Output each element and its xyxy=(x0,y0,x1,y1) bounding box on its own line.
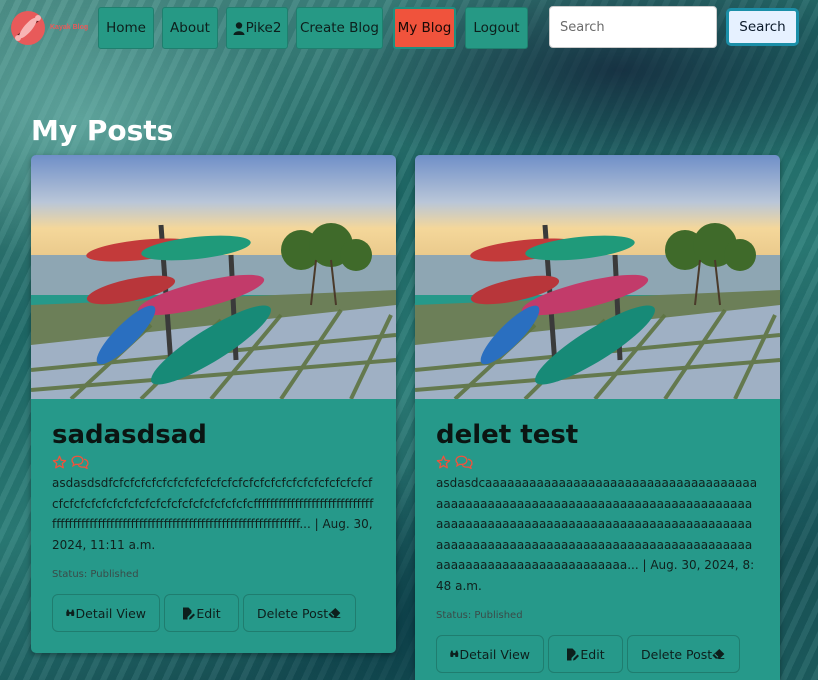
nav-home-button[interactable]: Home xyxy=(98,7,154,49)
post-actions: Detail View Edit Delete Post xyxy=(436,635,759,673)
post-meta-icons xyxy=(436,453,759,471)
post-excerpt: asdasdsdfcfcfcfcfcfcfcfcfcfcfcfcfcfcfcfc… xyxy=(52,476,374,552)
kayak-logo-icon xyxy=(11,11,45,45)
detail-view-label: Detail View xyxy=(459,646,530,662)
nav-about-button[interactable]: About xyxy=(162,7,218,49)
post-actions: Detail View Edit Delete Post xyxy=(52,594,375,632)
delete-post-button[interactable]: Delete Post xyxy=(243,594,356,632)
post-image xyxy=(31,155,396,399)
post-title[interactable]: sadasdsad xyxy=(52,419,375,451)
post-card: sadasdsad asdasdsdfcfcfcfcfcfcfcfcfcfcfc… xyxy=(31,155,396,653)
edit-button[interactable]: Edit xyxy=(164,594,239,632)
edit-label: Edit xyxy=(196,605,221,621)
nav-logout-button[interactable]: Logout xyxy=(465,7,528,49)
delete-post-label: Delete Post xyxy=(257,605,329,621)
search-button[interactable]: Search xyxy=(726,8,799,46)
comments-outline-icon[interactable] xyxy=(455,455,473,469)
post-excerpt: asdasdcaaaaaaaaaaaaaaaaaaaaaaaaaaaaaaaaa… xyxy=(436,476,758,593)
file-pen-icon xyxy=(183,607,196,619)
detail-view-button[interactable]: Detail View xyxy=(52,594,160,632)
search-input[interactable] xyxy=(549,6,717,48)
post-status: Status: Published xyxy=(436,610,523,621)
site-logo[interactable]: Kayak Blog xyxy=(8,6,90,50)
file-pen-icon xyxy=(567,648,580,660)
post-title[interactable]: delet test xyxy=(436,419,759,451)
post-card-body: delet test asdasdcaaaaaaaaaaaaaaaaaaaaaa… xyxy=(415,399,780,680)
edit-label: Edit xyxy=(580,646,605,662)
detail-view-button[interactable]: Detail View xyxy=(436,635,544,673)
navbar: Kayak Blog Home About Pike2 Create Blog … xyxy=(0,0,818,56)
star-outline-icon[interactable] xyxy=(436,455,451,469)
binoculars-icon xyxy=(450,650,459,658)
comments-outline-icon[interactable] xyxy=(71,455,89,469)
binoculars-icon xyxy=(66,609,75,617)
edit-button[interactable]: Edit xyxy=(548,635,623,673)
nav-my-blog-button[interactable]: My Blog xyxy=(393,7,456,49)
post-meta-icons xyxy=(52,453,375,471)
nav-user-button[interactable]: Pike2 xyxy=(226,7,288,49)
star-outline-icon[interactable] xyxy=(52,455,67,469)
nav-create-blog-button[interactable]: Create Blog xyxy=(296,7,383,49)
user-icon xyxy=(233,21,245,35)
delete-post-button[interactable]: Delete Post xyxy=(627,635,740,673)
delete-post-label: Delete Post xyxy=(641,646,713,662)
detail-view-label: Detail View xyxy=(75,605,146,621)
post-card-body: sadasdsad asdasdsdfcfcfcfcfcfcfcfcfcfcfc… xyxy=(31,399,396,653)
eraser-icon xyxy=(328,607,341,619)
post-status: Status: Published xyxy=(52,569,139,580)
post-image xyxy=(415,155,780,399)
eraser-icon xyxy=(712,648,725,660)
logo-text: Kayak Blog xyxy=(50,24,89,31)
nav-user-label: Pike2 xyxy=(245,20,282,36)
post-card: delet test asdasdcaaaaaaaaaaaaaaaaaaaaaa… xyxy=(415,155,780,680)
page-title: My Posts xyxy=(31,114,174,147)
